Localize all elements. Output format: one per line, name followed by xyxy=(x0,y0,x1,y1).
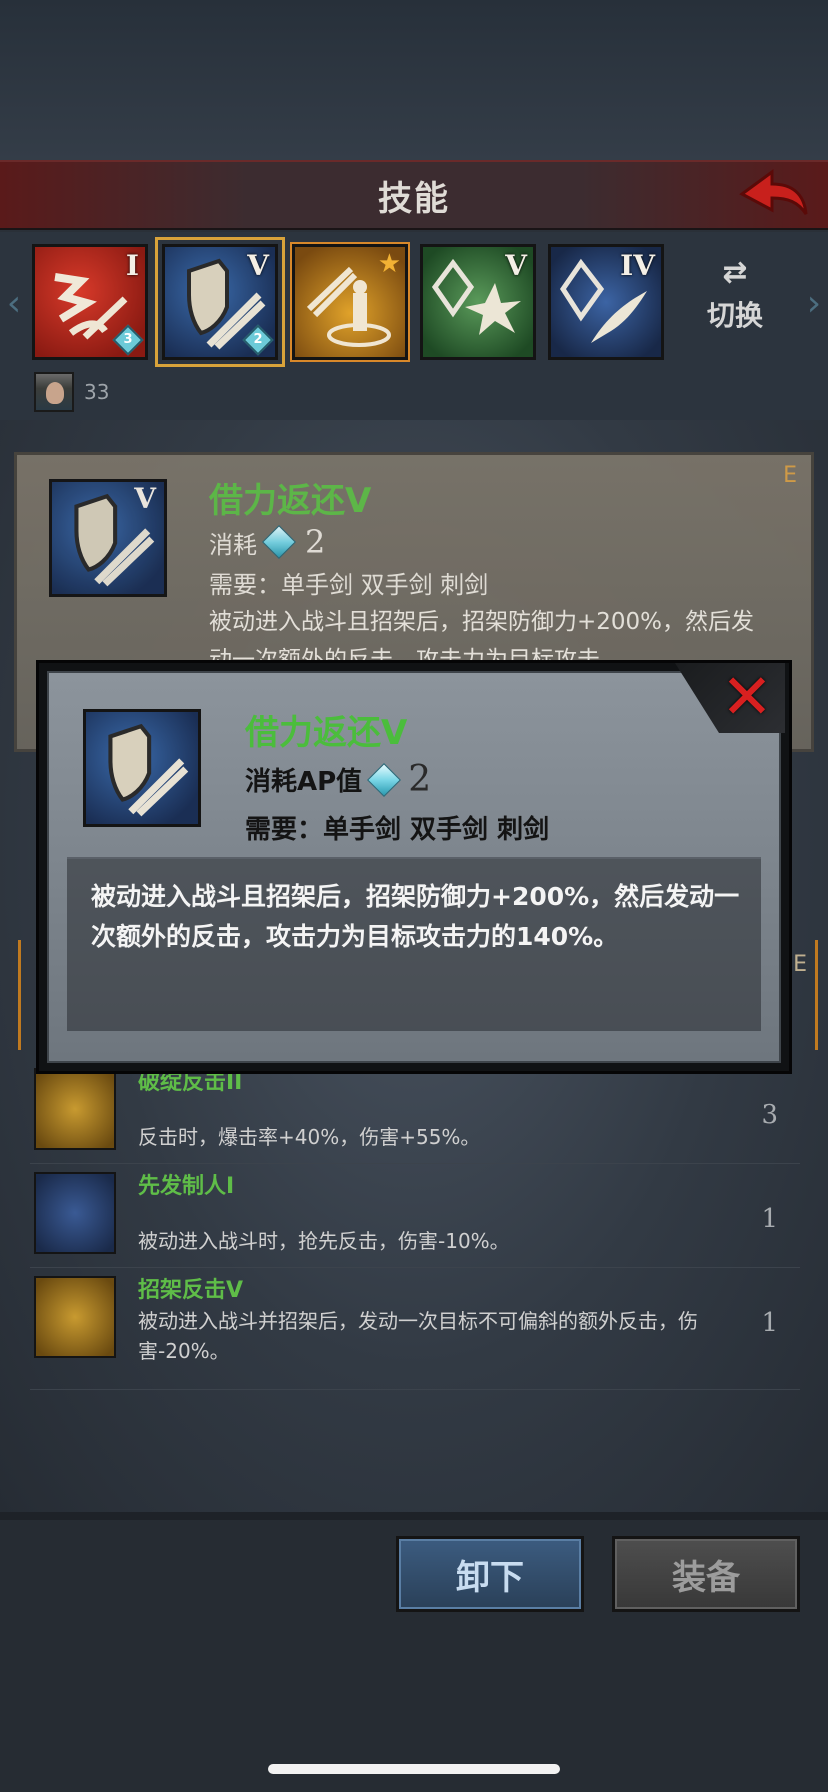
skill-slot-1[interactable]: I 3 xyxy=(32,244,148,360)
skill-slot-2[interactable]: V 2 xyxy=(155,237,285,367)
detail-cost: 消耗 2 xyxy=(209,523,326,561)
switch-label: 切换 xyxy=(706,299,763,332)
switch-arrows-icon: ⇄ xyxy=(722,255,748,290)
slot-rank: V xyxy=(247,249,269,282)
list-item-desc: 反击时，爆击率+40%，伤害+55%。 xyxy=(138,1125,481,1149)
detail-rank: V xyxy=(134,482,156,515)
next-arrow-icon[interactable]: › xyxy=(804,284,824,324)
list-item[interactable]: 破绽反击II 反击时，爆击率+40%，伤害+55%。 3 xyxy=(30,1060,800,1164)
back-arrow-icon xyxy=(739,169,808,215)
diamond-icon xyxy=(262,525,296,559)
list-item-desc: 被动进入战斗时，抢先反击，伤害-10%。 xyxy=(138,1229,510,1253)
close-x-icon: ✕ xyxy=(721,660,773,733)
list-item-name: 先发制人I xyxy=(138,1174,235,1199)
crossed-swords-icon xyxy=(34,1276,116,1358)
footer-divider xyxy=(0,1512,828,1520)
back-button[interactable] xyxy=(734,162,814,226)
modal-panel: 借力返还V 消耗AP值 2 需要：单手剑 双手剑 刺剑 被动进入战斗且招架后，招… xyxy=(47,671,781,1063)
switch-button[interactable]: ⇄ 切换 xyxy=(700,256,770,356)
detail-skill-icon: V xyxy=(49,479,167,597)
list-item[interactable]: 先发制人I 被动进入战斗时，抢先反击，伤害-10%。 1 xyxy=(30,1164,800,1268)
card-tag: E xyxy=(783,463,797,488)
skill-info-modal: 借力返还V 消耗AP值 2 需要：单手剑 双手剑 刺剑 被动进入战斗且招架后，招… xyxy=(36,660,792,1074)
modal-requirements: 需要：单手剑 双手剑 刺剑 xyxy=(245,815,550,845)
modal-description: 被动进入战斗且招架后，招架防御力+200%，然后发动一次额外的反击，攻击力为目标… xyxy=(91,882,740,951)
header-bar: 技能 xyxy=(0,160,828,230)
modal-skill-name: 借力返还V xyxy=(245,713,408,753)
list-item-count: 1 xyxy=(761,1204,778,1234)
list-item-count: 1 xyxy=(761,1308,778,1338)
skill-slot-4[interactable]: V xyxy=(420,244,536,360)
slot-rank: V xyxy=(505,249,527,282)
frame-tag: E xyxy=(793,952,807,977)
list-item-name: 招架反击V xyxy=(138,1278,244,1303)
skill-slot-3[interactable]: ★ xyxy=(290,242,410,362)
diamond-icon xyxy=(367,762,402,797)
shield-sword-icon xyxy=(108,723,189,817)
modal-cost: 消耗AP值 2 xyxy=(245,759,432,800)
unequip-button[interactable]: 卸下 xyxy=(396,1536,584,1612)
star-icon: ★ xyxy=(377,249,401,279)
burst-sword-icon xyxy=(34,1068,116,1150)
hero-avatar[interactable] xyxy=(34,372,74,412)
list-item-count: 3 xyxy=(761,1100,778,1130)
hero-count: 33 xyxy=(84,380,110,404)
detail-requirements: 需要：单手剑 双手剑 刺剑 xyxy=(209,571,489,599)
slot-rank: I xyxy=(125,249,139,282)
list-item[interactable]: 招架反击V 被动进入战斗并招架后，发动一次目标不可偏斜的额外反击，伤害-20%。… xyxy=(30,1268,800,1390)
detail-skill-name: 借力返还V xyxy=(209,481,372,521)
equip-button[interactable]: 装备 xyxy=(612,1536,800,1612)
hero-info: 33 xyxy=(34,372,109,412)
slot-rank: IV xyxy=(620,249,655,282)
skill-list: 破绽反击II 反击时，爆击率+40%，伤害+55%。 3 先发制人I 被动进入战… xyxy=(30,1060,800,1390)
modal-description-box: 被动进入战斗且招架后，招架防御力+200%，然后发动一次额外的反击，攻击力为目标… xyxy=(67,857,761,1031)
modal-skill-icon xyxy=(83,709,201,827)
list-item-desc: 被动进入战斗并招架后，发动一次目标不可偏斜的额外反击，伤害-20%。 xyxy=(138,1309,698,1363)
prev-arrow-icon[interactable]: ‹ xyxy=(4,284,24,324)
page-title: 技能 xyxy=(378,178,450,219)
crossed-swords-icon xyxy=(34,1172,116,1254)
skill-slot-5[interactable]: IV xyxy=(548,244,664,360)
home-indicator[interactable] xyxy=(268,1764,560,1774)
top-background xyxy=(0,0,828,160)
